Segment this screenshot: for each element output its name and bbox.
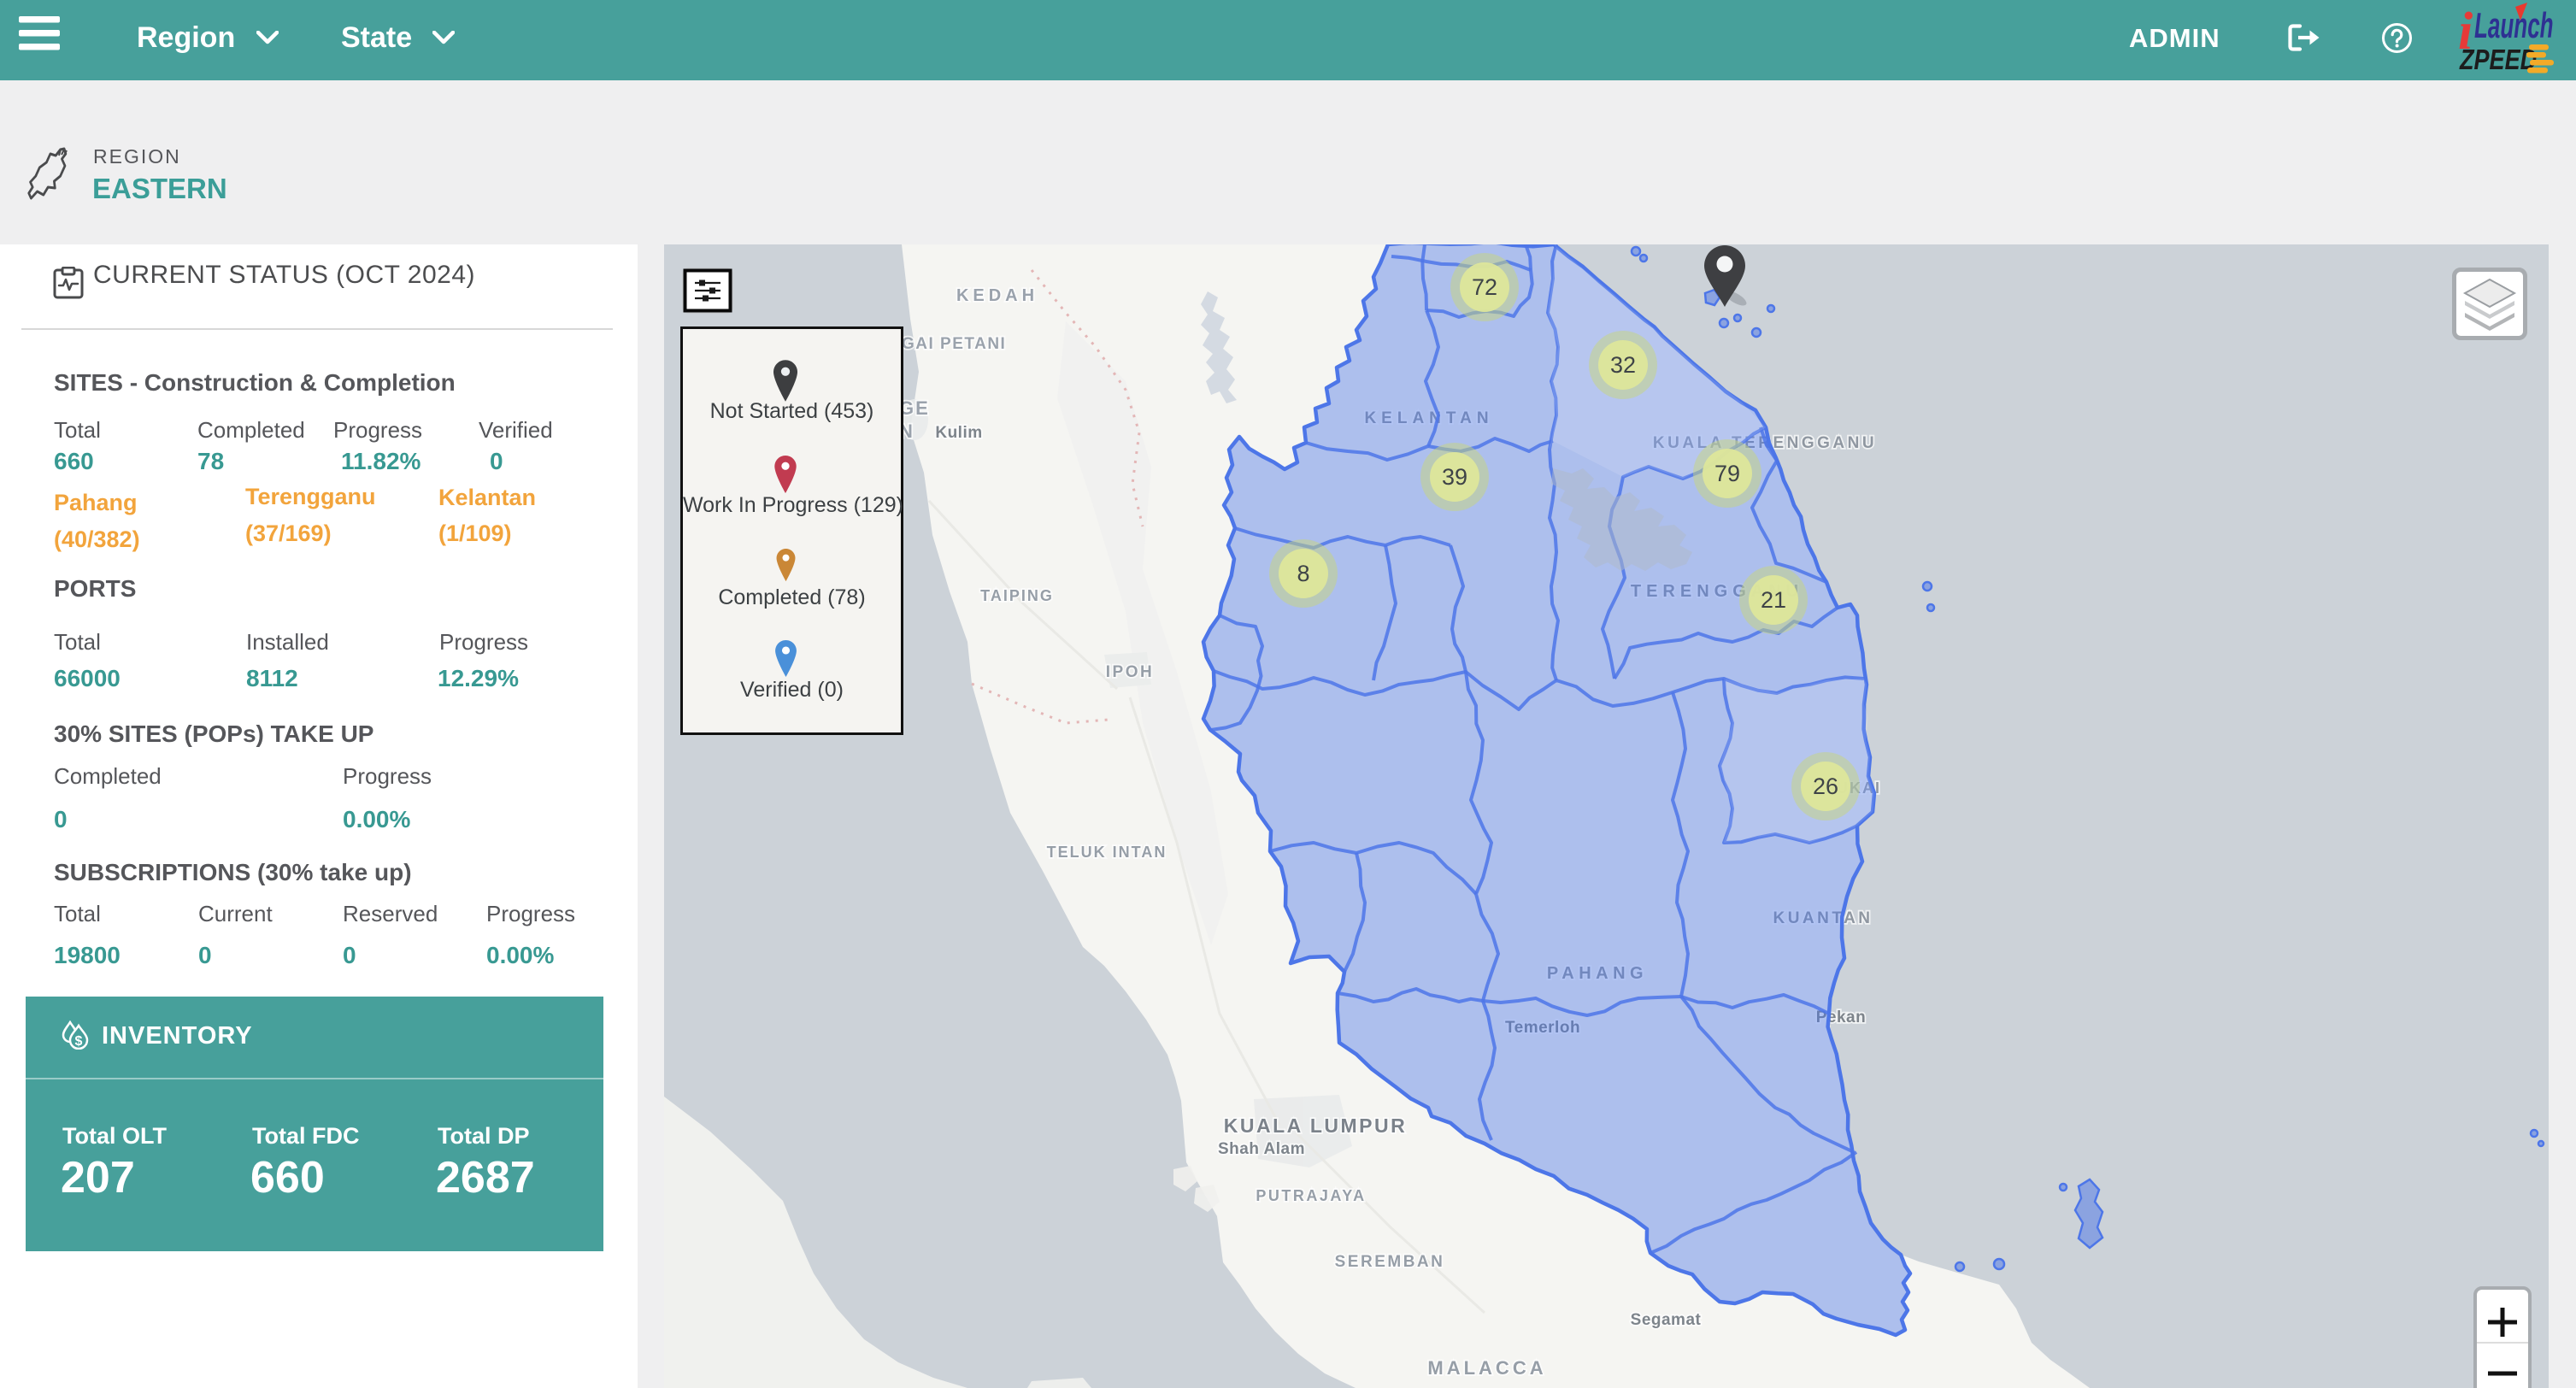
svg-text:8: 8 (1297, 561, 1309, 586)
svg-text:72: 72 (1472, 274, 1497, 300)
svg-text:GAI PETANI: GAI PETANI (902, 335, 1006, 353)
svg-text:IPOH: IPOH (1106, 663, 1154, 681)
svg-text:ZPEED: ZPEED (2459, 45, 2537, 76)
svg-text:MALACCA: MALACCA (1427, 1357, 1546, 1379)
svg-text:32: 32 (1610, 352, 1636, 378)
svg-text:79: 79 (1714, 461, 1740, 486)
svg-text:$: $ (75, 1034, 83, 1049)
svg-text:Launch: Launch (2474, 6, 2554, 46)
svg-text:PUTRAJAYA: PUTRAJAYA (1256, 1187, 1366, 1204)
svg-text:TAIPING: TAIPING (980, 587, 1054, 604)
svg-text:KEDAH: KEDAH (956, 286, 1038, 305)
svg-text:Kulim: Kulim (935, 424, 982, 442)
svg-text:GE: GE (899, 397, 930, 419)
svg-text:26: 26 (1813, 773, 1838, 799)
svg-text:Shah Alam: Shah Alam (1218, 1140, 1305, 1158)
svg-text:SEREMBAN: SEREMBAN (1335, 1253, 1445, 1271)
svg-text:21: 21 (1761, 587, 1786, 613)
svg-text:KUALA LUMPUR: KUALA LUMPUR (1224, 1115, 1407, 1137)
svg-text:TELUK INTAN: TELUK INTAN (1047, 844, 1167, 861)
svg-text:39: 39 (1442, 464, 1467, 490)
svg-text:Segamat: Segamat (1631, 1311, 1702, 1329)
